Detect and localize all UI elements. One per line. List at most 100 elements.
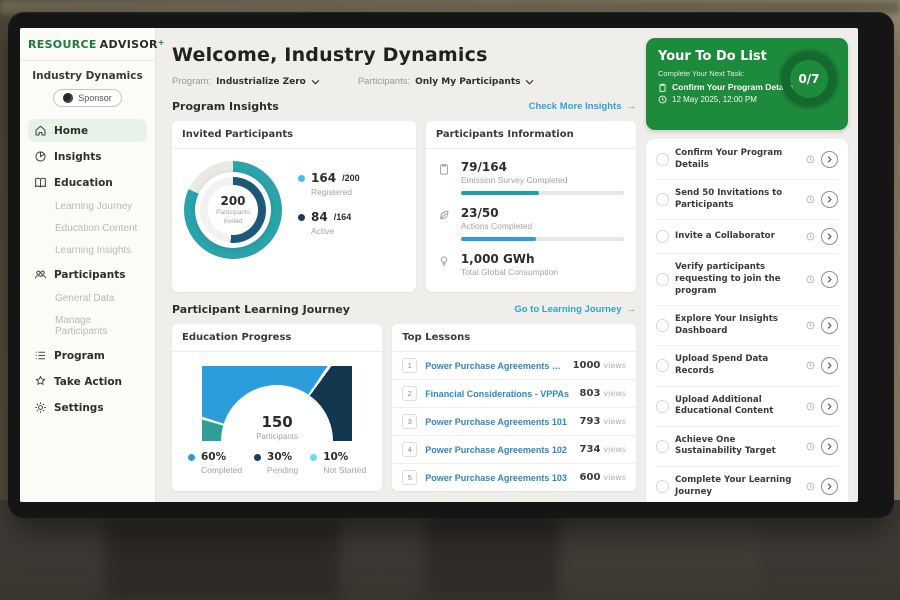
- checkbox-circle-icon[interactable]: [656, 400, 669, 413]
- background-blur-block: [425, 515, 560, 600]
- program-insights-header: Program Insights Check More Insights →: [172, 100, 636, 113]
- lesson-rank: 1: [402, 358, 417, 373]
- task-send-invitations[interactable]: Send 50 Invitations to Participants: [656, 180, 838, 220]
- task-invite-collaborator[interactable]: Invite a Collaborator: [656, 220, 838, 254]
- lightbulb-icon: [438, 252, 452, 277]
- lesson-link[interactable]: Power Purchase Agreements 101: [425, 417, 571, 427]
- action-burst-icon: [34, 375, 47, 388]
- sidebar-item-education[interactable]: Education: [28, 171, 147, 194]
- link-label: Check More Insights: [529, 101, 622, 112]
- checkbox-circle-icon[interactable]: [656, 319, 669, 332]
- participants-information-body: 79/164 Emission Survey Completed: [426, 149, 636, 292]
- task-label: Confirm Your Program Details: [675, 148, 800, 171]
- legend-value: 60%: [201, 451, 226, 463]
- card-title: Top Lessons: [392, 324, 636, 352]
- task-open-button[interactable]: [821, 357, 838, 374]
- sidebar-item-general-data[interactable]: General Data: [28, 289, 147, 308]
- lessons-list: 1 Power Purchase Agreements 101 1000view…: [392, 352, 636, 491]
- lesson-row[interactable]: 1 Power Purchase Agreements 101 1000view…: [392, 352, 636, 380]
- clipboard-icon: [658, 83, 667, 92]
- program-filter-value: Industrialize Zero: [216, 77, 306, 87]
- logo-resource: RESOURCE: [28, 38, 97, 51]
- task-label: Invite a Collaborator: [675, 231, 800, 243]
- task-explore-insights[interactable]: Explore Your Insights Dashboard: [656, 306, 838, 346]
- lesson-row[interactable]: 3 Power Purchase Agreements 101 793views: [392, 408, 636, 436]
- background-photo: RESOURCEADVISOR+ Industry Dynamics Spons…: [0, 0, 900, 600]
- lesson-link[interactable]: Power Purchase Agreements 102: [425, 445, 571, 455]
- card-title: Participants Information: [426, 121, 636, 149]
- lesson-views: 600views: [580, 472, 626, 483]
- learning-journey-title: Participant Learning Journey: [172, 303, 350, 316]
- checkbox-circle-icon[interactable]: [656, 153, 669, 166]
- clock-icon: [806, 232, 815, 241]
- task-open-button[interactable]: [821, 151, 838, 168]
- participants-filter-value: Only My Participants: [415, 77, 520, 87]
- lesson-row[interactable]: 4 Power Purchase Agreements 102 734views: [392, 436, 636, 464]
- legend-value: 30%: [267, 451, 292, 463]
- leaf-icon: [438, 206, 452, 241]
- sidebar-item-program[interactable]: Program: [28, 344, 147, 367]
- dashboard-screen: RESOURCEADVISOR+ Industry Dynamics Spons…: [20, 28, 858, 502]
- checkbox-circle-icon[interactable]: [656, 440, 669, 453]
- sponsor-badge[interactable]: Sponsor: [53, 89, 122, 107]
- task-confirm-program[interactable]: Confirm Your Program Details: [656, 140, 838, 180]
- task-open-button[interactable]: [821, 438, 838, 455]
- lesson-link[interactable]: Power Purchase Agreements 103: [425, 473, 571, 483]
- legend-completed: 60% Completed: [188, 451, 242, 475]
- chevron-right-icon: [826, 403, 833, 410]
- lesson-link[interactable]: Financial Considerations - VPPAs: [425, 389, 571, 399]
- clock-icon: [806, 275, 815, 284]
- task-label: Complete Your Learning Journey: [675, 475, 800, 498]
- sidebar-item-settings[interactable]: Settings: [28, 396, 147, 419]
- checkbox-circle-icon[interactable]: [656, 230, 669, 243]
- task-upload-educational-content[interactable]: Upload Additional Educational Content: [656, 387, 838, 427]
- legend-registered: 164/200 Registered: [298, 171, 360, 197]
- legend-total: /200: [342, 173, 360, 183]
- sidebar-item-label: Participants: [54, 269, 125, 281]
- task-open-button[interactable]: [821, 228, 838, 245]
- task-open-button[interactable]: [821, 317, 838, 334]
- sidebar-item-label: Program: [54, 350, 105, 362]
- sidebar-item-take-action[interactable]: Take Action: [28, 370, 147, 393]
- participants-filter[interactable]: Participants: Only My Participants: [358, 76, 535, 87]
- task-upload-spend-data[interactable]: Upload Spend Data Records: [656, 346, 838, 386]
- sidebar-item-education-content[interactable]: Education Content: [28, 219, 147, 238]
- checkbox-circle-icon[interactable]: [656, 480, 669, 493]
- go-to-learning-journey-link[interactable]: Go to Learning Journey →: [514, 304, 636, 315]
- sponsor-icon: [63, 93, 73, 103]
- monitor-bezel: RESOURCEADVISOR+ Industry Dynamics Spons…: [8, 12, 894, 518]
- sidebar-item-insights[interactable]: Insights: [28, 145, 147, 168]
- invited-participants-card: Invited Participants 200 Participants In…: [172, 121, 416, 292]
- task-achieve-sustainability-target[interactable]: Achieve One Sustainability Target: [656, 427, 838, 467]
- todo-next-task-label: Confirm Your Program Details: [672, 82, 793, 92]
- task-verify-participants[interactable]: Verify participants requesting to join t…: [656, 254, 838, 306]
- stat-value: 23/50: [461, 206, 624, 220]
- legend-value: 10%: [323, 451, 348, 463]
- sidebar-item-learning-journey[interactable]: Learning Journey: [28, 197, 147, 216]
- checkbox-circle-icon[interactable]: [656, 273, 669, 286]
- sidebar-item-home[interactable]: Home: [28, 119, 147, 142]
- donut-center-value: 200: [220, 194, 245, 208]
- task-open-button[interactable]: [821, 191, 838, 208]
- sidebar-item-learning-insights[interactable]: Learning Insights: [28, 241, 147, 260]
- task-complete-learning-journey[interactable]: Complete Your Learning Journey: [656, 467, 838, 502]
- clock-icon: [806, 402, 815, 411]
- task-open-button[interactable]: [821, 478, 838, 495]
- checkbox-circle-icon[interactable]: [656, 193, 669, 206]
- check-more-insights-link[interactable]: Check More Insights →: [529, 101, 636, 112]
- task-open-button[interactable]: [821, 271, 838, 288]
- sidebar-item-manage-participants[interactable]: Manage Participants: [28, 311, 147, 341]
- stat-progress-track: [461, 191, 624, 195]
- sidebar-item-participants[interactable]: Participants: [28, 263, 147, 286]
- checkbox-circle-icon[interactable]: [656, 359, 669, 372]
- lesson-row[interactable]: 2 Financial Considerations - VPPAs 803vi…: [392, 380, 636, 408]
- clock-icon: [806, 195, 815, 204]
- program-filter[interactable]: Program: Industrialize Zero: [172, 76, 320, 87]
- task-open-button[interactable]: [821, 398, 838, 415]
- stat-label: Total Global Consumption: [461, 267, 624, 277]
- lesson-link[interactable]: Power Purchase Agreements 101: [425, 361, 564, 371]
- lesson-row[interactable]: 5 Power Purchase Agreements 103 600views: [392, 464, 636, 491]
- stat-value: 1,000 GWh: [461, 252, 624, 266]
- legend-dot: [254, 454, 261, 461]
- gauge-center: 150 Participants: [202, 413, 352, 441]
